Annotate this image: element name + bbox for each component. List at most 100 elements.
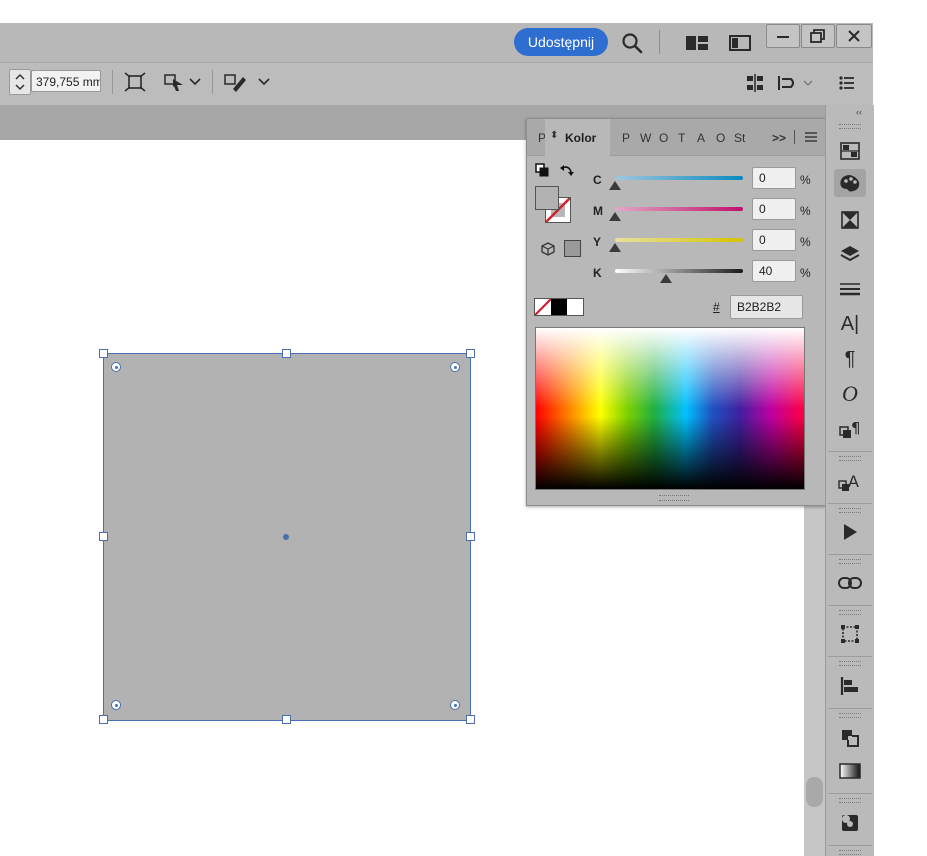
yellow-slider-thumb[interactable] (609, 243, 621, 252)
dock-grip[interactable] (839, 661, 861, 666)
text-formatting-icon[interactable] (564, 240, 581, 257)
dock-grip[interactable] (839, 850, 861, 855)
selection-handle[interactable] (282, 715, 291, 724)
dock-grip[interactable] (839, 456, 861, 461)
character-styles-icon[interactable]: A (834, 468, 866, 496)
selection-handle[interactable] (99, 715, 108, 724)
selection-handle[interactable] (466, 349, 475, 358)
links-icon[interactable] (834, 569, 866, 597)
tab-st[interactable]: St (734, 131, 745, 145)
svg-text:A: A (848, 472, 859, 491)
cyan-value-field[interactable]: 0 (752, 167, 796, 189)
transform-icon[interactable] (834, 620, 866, 648)
cyan-slider-thumb[interactable] (609, 181, 621, 190)
tab-o[interactable]: O (659, 131, 668, 145)
restore-button[interactable] (801, 24, 835, 48)
chevron-down-icon[interactable] (801, 74, 815, 92)
divider (112, 70, 113, 94)
character-icon[interactable]: A| (834, 310, 866, 338)
black-value-field[interactable]: 40 (752, 260, 796, 282)
dock-grip[interactable] (839, 713, 861, 718)
workspace-layout-icon[interactable] (684, 33, 710, 53)
selection-handle[interactable] (282, 349, 291, 358)
stroke-icon[interactable] (834, 275, 866, 303)
dock-grip[interactable] (839, 798, 861, 803)
search-icon[interactable] (619, 31, 645, 55)
minimize-button[interactable] (766, 24, 800, 48)
fill-swatch[interactable] (535, 186, 559, 210)
chevron-down-icon[interactable] (257, 72, 271, 92)
white-swatch[interactable] (567, 299, 583, 315)
magenta-slider-thumb[interactable] (609, 212, 621, 221)
dock-grip[interactable] (839, 559, 861, 564)
fit-frame-icon[interactable] (122, 70, 148, 94)
cyan-slider[interactable] (615, 176, 743, 180)
pages-icon[interactable] (834, 137, 866, 165)
tab-overflow-button[interactable]: >> (772, 131, 786, 145)
corner-radius-handle[interactable] (450, 700, 460, 710)
percent-label: % (800, 173, 811, 187)
glyphs-icon[interactable]: O (834, 380, 866, 408)
color-palette-icon[interactable] (834, 169, 866, 197)
collapse-dock-icon[interactable]: ‹‹ (856, 107, 862, 117)
tab-o2[interactable]: O (716, 131, 725, 145)
screen-mode-icon[interactable] (727, 33, 753, 53)
play-icon[interactable] (834, 518, 866, 546)
default-fill-stroke-icon[interactable] (534, 162, 550, 178)
align-icon[interactable] (834, 672, 866, 700)
share-button[interactable]: Udostępnij (514, 28, 608, 56)
selection-handle[interactable] (466, 715, 475, 724)
panel-menu-icon[interactable] (836, 72, 858, 94)
tab-kolor-label: Kolor (565, 131, 597, 145)
none-swatch[interactable] (535, 299, 551, 315)
panel-resize-grip[interactable] (659, 495, 689, 501)
dock-grip[interactable] (839, 124, 861, 129)
layers-icon[interactable] (834, 240, 866, 268)
text-wrap-icon[interactable] (222, 70, 250, 94)
hex-value-field[interactable]: B2B2B2 (730, 295, 803, 319)
tab-w[interactable]: W (640, 131, 651, 145)
container-formatting-icon[interactable] (539, 240, 557, 258)
quick-apply-icon[interactable] (776, 72, 798, 94)
divider (659, 30, 660, 54)
magenta-slider[interactable] (615, 207, 743, 211)
black-swatch[interactable] (551, 299, 567, 315)
chevron-down-icon[interactable] (188, 72, 202, 92)
scrollbar-thumb[interactable] (806, 777, 823, 807)
align-icon[interactable] (744, 72, 766, 94)
center-point[interactable] (283, 534, 289, 540)
dock-grip[interactable] (839, 610, 861, 615)
dock-grip[interactable] (839, 508, 861, 513)
gradient-icon[interactable] (834, 757, 866, 785)
effects-icon[interactable] (834, 809, 866, 837)
selection-handle[interactable] (99, 349, 108, 358)
dock-divider (828, 845, 872, 846)
corner-radius-handle[interactable] (450, 362, 460, 372)
black-slider[interactable] (615, 269, 743, 273)
panel-menu-icon[interactable] (802, 130, 820, 144)
restore-icon (810, 29, 825, 43)
close-button[interactable] (836, 24, 872, 48)
corner-radius-handle[interactable] (111, 362, 121, 372)
tab-t[interactable]: T (678, 131, 685, 145)
yellow-slider[interactable] (615, 238, 743, 242)
pathfinder-icon[interactable] (834, 724, 866, 752)
stepper-icon (15, 73, 25, 91)
swatches-icon[interactable] (834, 206, 866, 234)
width-stepper[interactable] (9, 69, 31, 95)
fit-content-icon[interactable] (162, 70, 188, 94)
tab-p2[interactable]: P (622, 131, 630, 145)
paragraph-styles-icon[interactable]: ¶ (834, 415, 866, 443)
yellow-value-field[interactable]: 0 (752, 229, 796, 251)
paragraph-icon[interactable]: ¶ (834, 345, 866, 373)
percent-label: % (800, 204, 811, 218)
magenta-value-field[interactable]: 0 (752, 198, 796, 220)
selection-handle[interactable] (466, 532, 475, 541)
selection-handle[interactable] (99, 532, 108, 541)
width-field[interactable]: 379,755 mm (31, 70, 101, 92)
black-slider-thumb[interactable] (660, 274, 673, 283)
color-spectrum[interactable] (535, 327, 805, 490)
corner-radius-handle[interactable] (111, 700, 121, 710)
swap-fill-stroke-icon[interactable] (558, 162, 576, 180)
tab-a[interactable]: A (697, 131, 705, 145)
